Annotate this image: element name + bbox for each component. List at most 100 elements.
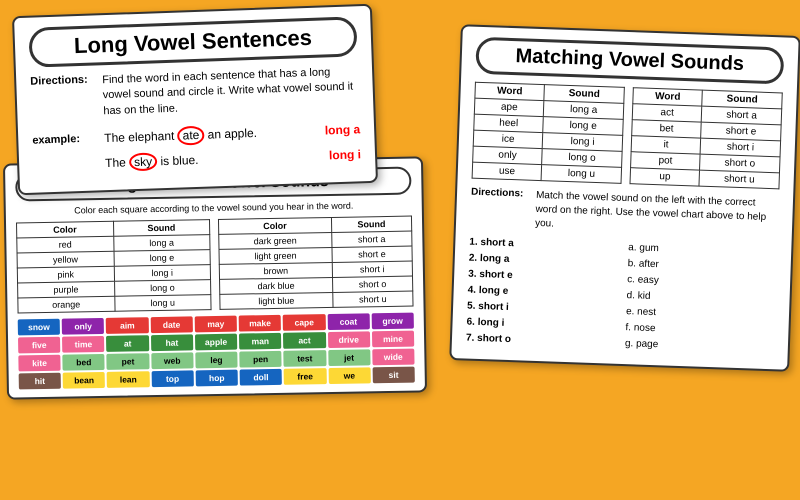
grid-cell: doll <box>240 369 282 386</box>
grid-cell: drive <box>328 331 370 348</box>
table-cell: orange <box>18 296 115 313</box>
word-grid: snowonlyaimdatemaymakecapecoatgrow fiveti… <box>18 313 415 390</box>
grid-cell: pet <box>107 353 149 370</box>
grid-cell: bed <box>63 354 105 371</box>
example1-post: an apple. <box>204 126 257 142</box>
grid-cell: at <box>106 335 148 352</box>
matching-item: 6. long i <box>466 317 615 333</box>
grid-cell: act <box>283 332 325 349</box>
grid-cell: mine <box>372 331 414 348</box>
matching-title: Matching Vowel Sounds <box>475 37 784 85</box>
example1-circled: ate <box>177 126 204 145</box>
directions-label: Directions: <box>30 73 104 122</box>
table-cell: short o <box>332 276 412 292</box>
example2-pre: The <box>105 155 129 170</box>
grid-cell: coat <box>327 313 369 330</box>
table-cell: red <box>17 236 114 253</box>
ct1-header-color: Color <box>17 221 114 238</box>
grid-cell: top <box>151 370 193 387</box>
example-label: example: <box>32 133 104 148</box>
matching-items: 1. short a2. long a3. short e4. long e5.… <box>466 237 778 360</box>
grid-cell: leg <box>195 352 238 369</box>
ct2-header-sound: Sound <box>331 216 411 232</box>
grid-cell: pen <box>239 351 281 368</box>
grid-cell: we <box>328 367 370 384</box>
color-tables: Color Sound redlong ayellowlong epinklon… <box>16 216 414 314</box>
table-cell: short e <box>332 246 412 262</box>
vowel-table-2: Word Sound actshort abetshort eitshort i… <box>629 87 782 189</box>
color-table-1: Color Sound redlong ayellowlong epinklon… <box>16 219 212 313</box>
grid-cell: may <box>195 316 238 333</box>
matching-right: a. gumb. afterc. easyd. kide. nestf. nos… <box>625 242 778 359</box>
grid-cell: hop <box>195 370 238 387</box>
matching-directions-row: Directions: Match the vowel sound on the… <box>470 187 779 240</box>
table-cell: short u <box>699 170 779 189</box>
example-sentence-2: The sky is blue. <box>105 147 302 172</box>
worksheet-matching: Matching Vowel Sounds Word Sound apelong… <box>449 24 800 372</box>
example2-circled: sky <box>129 152 158 171</box>
table-cell: long u <box>114 295 211 312</box>
table-cell: long o <box>114 280 211 297</box>
table-cell: use <box>472 162 542 180</box>
matching-answer: d. kid <box>626 290 775 306</box>
grid-cell: time <box>62 336 104 353</box>
table-cell: long i <box>114 265 211 282</box>
matching-item: 1. short a <box>469 237 618 253</box>
grid-cell: free <box>284 368 326 385</box>
table-cell: long u <box>541 165 621 184</box>
grid-cell: make <box>239 315 281 332</box>
grid-cell: grow <box>371 313 413 330</box>
vowel-table-1: Word Sound apelong aheellong eicelong io… <box>472 82 625 184</box>
grid-cell: five <box>18 337 60 354</box>
table-cell: light blue <box>220 292 333 309</box>
matching-item: 3. short e <box>468 269 617 285</box>
ct1-header-sound: Sound <box>113 220 210 237</box>
example1-pre: The elephant <box>104 129 178 146</box>
table-cell: short i <box>332 261 412 277</box>
grid-cell: bean <box>63 372 105 389</box>
matching-left: 1. short a2. long a3. short e4. long e5.… <box>466 237 619 354</box>
matching-answer: c. easy <box>627 274 776 290</box>
table-cell: long a <box>113 235 210 252</box>
matching-answer: a. gum <box>628 242 777 258</box>
color-table-2: Color Sound dark greenshort alight green… <box>218 216 414 310</box>
grid-cell: snow <box>18 319 60 336</box>
table-cell: short a <box>332 231 412 247</box>
example-label-2 <box>33 163 105 166</box>
table-cell: yellow <box>17 251 114 268</box>
matching-top: Word Sound apelong aheellong eicelong io… <box>472 82 783 190</box>
example-row-2: The sky is blue. long i <box>33 145 361 175</box>
worksheet-long-vowel: Long Vowel Sentences Directions: Find th… <box>12 4 378 195</box>
matching-item: 2. long a <box>469 253 618 269</box>
matching-answer: b. after <box>628 258 777 274</box>
long-vowel-title: Long Vowel Sentences <box>28 16 357 67</box>
vowel-sounds-sub-directions: Color each square according to the vowel… <box>16 200 412 217</box>
example1-answer: long a <box>300 123 360 139</box>
example-sentence-1: The elephant ate an apple. <box>104 123 301 148</box>
grid-cell: kite <box>18 355 60 372</box>
directions-row: Directions: Find the word in each senten… <box>30 64 359 122</box>
grid-cell: date <box>150 316 192 333</box>
table-cell: short u <box>333 291 413 307</box>
table-cell: up <box>630 168 700 186</box>
matching-directions-label: Directions: <box>470 187 536 231</box>
grid-cell: hit <box>19 373 61 390</box>
matching-answer: f. nose <box>625 322 774 338</box>
example2-answer: long i <box>301 147 361 163</box>
table-cell: pink <box>17 266 114 283</box>
grid-cell: lean <box>107 371 149 388</box>
grid-cell: wide <box>372 349 414 366</box>
matching-answer: e. nest <box>626 306 775 322</box>
grid-cell: jet <box>328 349 370 366</box>
grid-cell: web <box>151 352 193 369</box>
matching-item: 4. long e <box>467 285 616 301</box>
grid-cell: apple <box>195 334 238 351</box>
matching-directions-text: Match the vowel sound on the left with t… <box>535 189 779 239</box>
grid-cell: cape <box>283 314 325 331</box>
grid-cell: only <box>62 318 104 335</box>
matching-answer: g. page <box>625 338 774 354</box>
matching-item: 7. short o <box>466 333 615 349</box>
grid-cell: hat <box>151 334 193 351</box>
grid-cell: aim <box>106 317 148 334</box>
table-cell: long e <box>114 250 211 267</box>
